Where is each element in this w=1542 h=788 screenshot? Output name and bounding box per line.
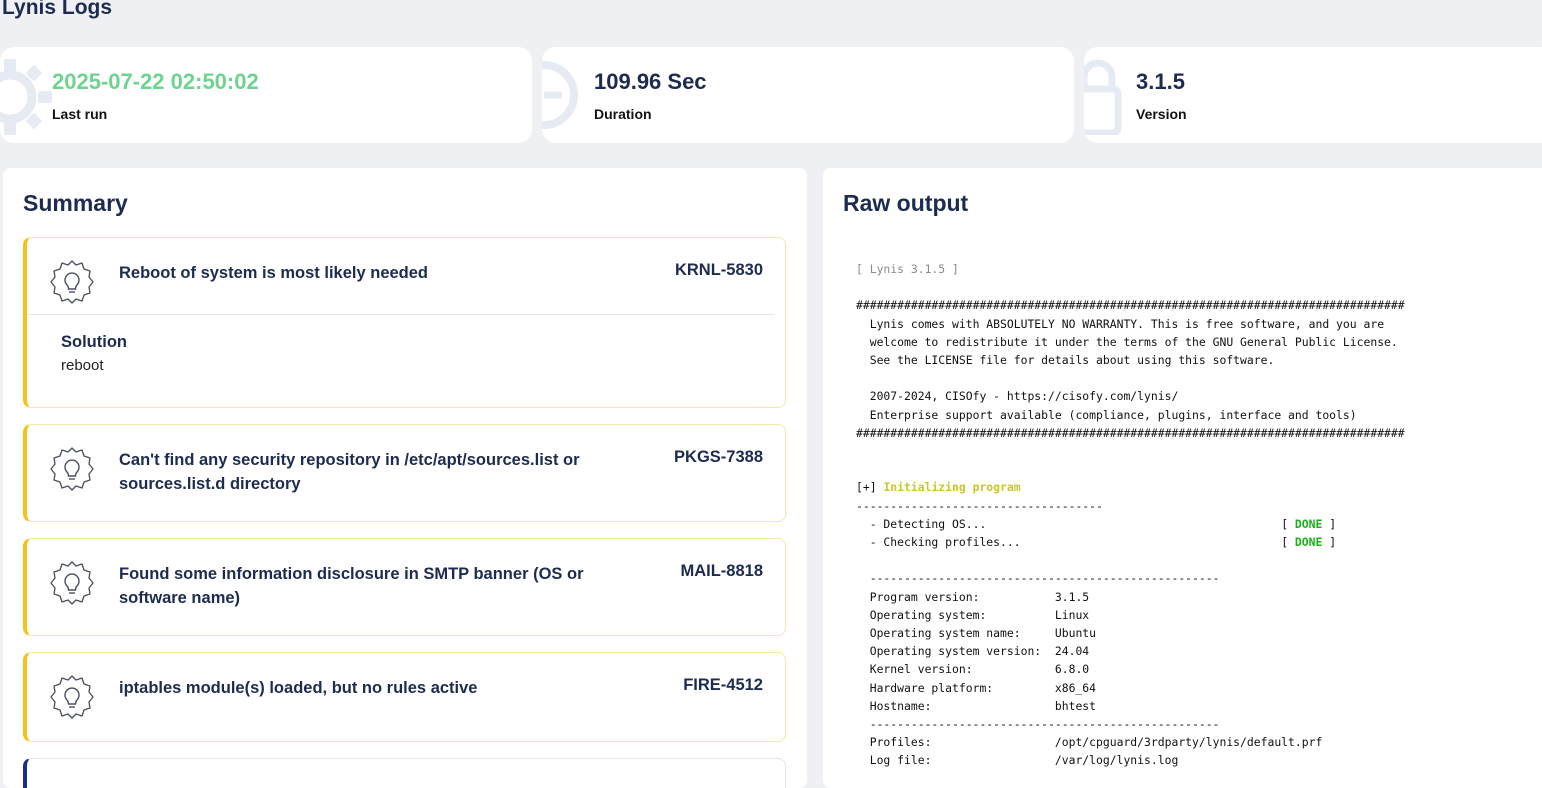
issue-code: FIRE-4512 [683, 676, 763, 694]
solution-title: Solution [61, 333, 127, 351]
lightbulb-icon [50, 561, 94, 605]
summary-panel: Summary Reboot of system is most likely … [3, 168, 807, 788]
bracket-open: [ [1281, 516, 1295, 531]
raw-output-text: [ Lynis 3.1.5 ] ########################… [856, 260, 1405, 770]
status-done: DONE [1294, 535, 1323, 550]
version-label: Version [1136, 106, 1187, 122]
lock-icon [1084, 59, 1122, 135]
issue-text: Can't find any security repository in /e… [119, 451, 580, 493]
issue-card[interactable]: Can't find any security repository in /e… [23, 424, 786, 522]
raw-output-panel: Raw output [ Lynis 3.1.5 ] #############… [823, 168, 1542, 788]
duration-value: 109.96 Sec [594, 69, 707, 94]
last-run-card: 2025-07-22 02:50:02 Last run [0, 47, 532, 143]
raw-banner: ########################################… [856, 298, 1405, 440]
raw-output-title: Raw output [843, 190, 969, 216]
duration-label: Duration [594, 106, 652, 122]
status-done: DONE [1294, 516, 1323, 531]
gear-icon [0, 59, 52, 135]
clock-icon [542, 61, 578, 129]
last-run-label: Last run [52, 106, 108, 122]
issue-card[interactable] [23, 758, 786, 788]
issue-code: KRNL-5830 [674, 261, 763, 279]
bracket-open: [ [1281, 535, 1295, 550]
version-card: 3.1.5 Version [1084, 47, 1542, 143]
issue-text: Found some information disclosure in SMT… [119, 565, 584, 607]
section-prefix: [+] [856, 480, 884, 495]
check-line: - Checking profiles... [856, 535, 1282, 550]
lightbulb-icon [50, 447, 94, 491]
page-title: Lynis Logs [2, 0, 113, 19]
issue-text: Reboot of system is most likely needed [119, 264, 429, 282]
bracket-close: ] [1322, 516, 1337, 531]
check-line: - Detecting OS... [856, 516, 1282, 531]
issue-code: PKGS-7388 [674, 448, 763, 466]
duration-card: 109.96 Sec Duration [542, 47, 1074, 143]
issue-card[interactable]: iptables module(s) loaded, but no rules … [23, 652, 786, 742]
bracket-close: ] [1322, 535, 1337, 550]
summary-title: Summary [23, 190, 128, 216]
divider [27, 314, 775, 315]
raw-header: [ Lynis 3.1.5 ] [856, 262, 959, 276]
solution-value: reboot [61, 357, 104, 374]
issue-code: MAIL-8818 [680, 562, 763, 580]
lightbulb-icon [50, 260, 94, 304]
lightbulb-icon [50, 675, 94, 719]
version-value: 3.1.5 [1136, 69, 1185, 94]
issue-text: iptables module(s) loaded, but no rules … [119, 679, 478, 697]
section-rule: ------------------------------------ [856, 498, 1103, 513]
issue-card[interactable]: Reboot of system is most likely needed K… [23, 237, 786, 408]
section-title: Initializing program [883, 480, 1021, 495]
issue-card[interactable]: Found some information disclosure in SMT… [23, 538, 786, 636]
last-run-value: 2025-07-22 02:50:02 [52, 69, 259, 94]
system-info: ----------------------------------------… [869, 571, 1323, 768]
